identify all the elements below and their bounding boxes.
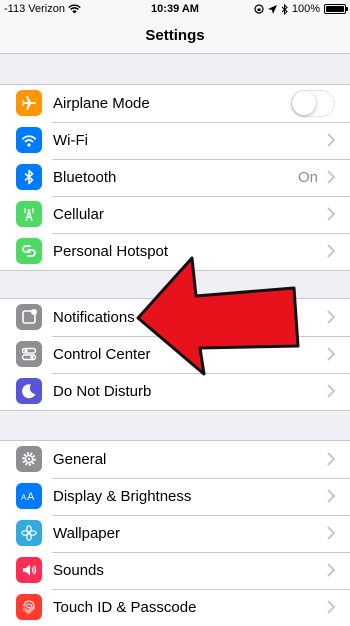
battery-icon xyxy=(324,4,348,14)
row-label: Airplane Mode xyxy=(53,95,150,112)
row-label: Sounds xyxy=(53,562,104,579)
battery-percent: 100% xyxy=(291,3,320,15)
row-do-not-disturb[interactable]: Do Not Disturb xyxy=(0,373,350,410)
chevron-right-icon xyxy=(327,489,336,503)
bluetooth-icon xyxy=(16,164,42,190)
wifi-icon xyxy=(16,127,42,153)
chevron-right-icon xyxy=(327,207,336,221)
row-touch-id-passcode[interactable]: Touch ID & Passcode xyxy=(0,589,350,626)
row-label: Touch ID & Passcode xyxy=(53,599,197,616)
svg-text:A: A xyxy=(27,491,35,503)
row-wallpaper[interactable]: Wallpaper xyxy=(0,515,350,552)
settings-group-connectivity: Airplane Mode Wi-Fi Bluetooth On Cellula… xyxy=(0,84,350,271)
row-label: Display & Brightness xyxy=(53,488,192,505)
nav-bar: Settings xyxy=(0,20,350,54)
row-notifications[interactable]: Notifications xyxy=(0,299,350,336)
row-label: Do Not Disturb xyxy=(53,383,152,400)
chevron-right-icon xyxy=(327,133,336,147)
row-label: General xyxy=(53,451,107,468)
wallpaper-icon xyxy=(16,520,42,546)
bluetooth-status-icon xyxy=(281,3,288,15)
chevron-right-icon xyxy=(327,563,336,577)
fingerprint-icon xyxy=(16,594,42,620)
row-control-center[interactable]: Control Center xyxy=(0,336,350,373)
status-bar: -113 Verizon 10:39 AM 100% xyxy=(0,0,350,20)
chevron-right-icon xyxy=(327,310,336,324)
row-personal-hotspot[interactable]: Personal Hotspot xyxy=(0,233,350,270)
row-label: Wi-Fi xyxy=(53,132,88,149)
bluetooth-status-value: On xyxy=(297,169,318,186)
chevron-right-icon xyxy=(327,452,336,466)
row-label: Wallpaper xyxy=(53,525,120,542)
chevron-right-icon xyxy=(327,244,336,258)
chevron-right-icon xyxy=(327,384,336,398)
row-label: Control Center xyxy=(53,346,151,363)
row-bluetooth[interactable]: Bluetooth On xyxy=(0,159,350,196)
location-icon xyxy=(267,4,277,14)
display-icon: A A xyxy=(16,483,42,509)
status-right: 100% xyxy=(254,3,348,15)
settings-group-notifications: Notifications Control Center Do Not Dist… xyxy=(0,298,350,411)
airplane-icon xyxy=(16,90,42,116)
row-general[interactable]: General xyxy=(0,441,350,478)
notifications-icon xyxy=(16,304,42,330)
control-center-icon xyxy=(16,341,42,367)
chevron-right-icon xyxy=(327,347,336,361)
airplane-mode-toggle[interactable] xyxy=(291,90,335,117)
row-wifi[interactable]: Wi-Fi xyxy=(0,122,350,159)
chevron-right-icon xyxy=(327,170,336,184)
cellular-icon xyxy=(16,201,42,227)
row-label: Cellular xyxy=(53,206,104,223)
row-airplane-mode[interactable]: Airplane Mode xyxy=(0,85,350,122)
moon-icon xyxy=(16,378,42,404)
row-label: Notifications xyxy=(53,309,135,326)
row-sounds[interactable]: Sounds xyxy=(0,552,350,589)
row-display-brightness[interactable]: A A Display & Brightness xyxy=(0,478,350,515)
lock-rotation-icon xyxy=(254,4,264,14)
settings-group-general: General A A Display & Brightness Wallpap… xyxy=(0,440,350,626)
chevron-right-icon xyxy=(327,600,336,614)
gear-icon xyxy=(16,446,42,472)
page-title: Settings xyxy=(145,27,205,44)
row-label: Personal Hotspot xyxy=(53,243,169,260)
row-cellular[interactable]: Cellular xyxy=(0,196,350,233)
hotspot-icon xyxy=(16,238,42,264)
speaker-icon xyxy=(16,557,42,583)
chevron-right-icon xyxy=(327,526,336,540)
row-label: Bluetooth xyxy=(53,169,117,186)
